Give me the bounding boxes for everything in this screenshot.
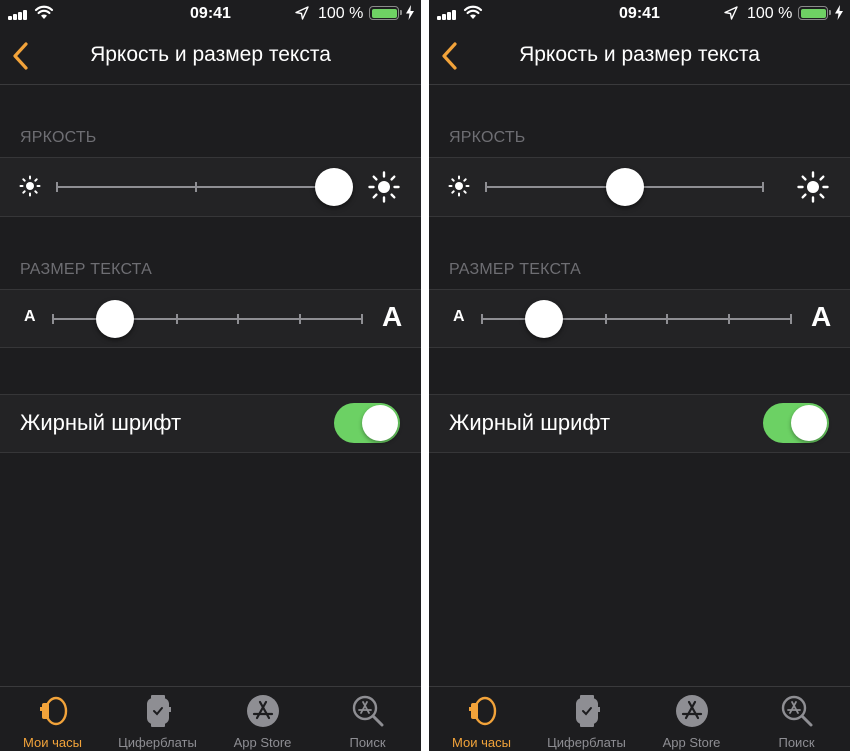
text-size-cell: A A <box>0 289 421 348</box>
slider-tick <box>481 314 483 324</box>
text-size-min-label: A <box>24 308 36 325</box>
brightness-slider[interactable] <box>56 168 353 206</box>
slider-tick <box>762 182 764 192</box>
status-bar: 09:41 100 % <box>429 0 850 28</box>
page-title: Яркость и размер текста <box>90 43 331 66</box>
tab-app-store[interactable]: App Store <box>639 687 744 751</box>
toggle-knob <box>791 405 827 441</box>
charging-bolt-icon <box>835 5 843 20</box>
battery-icon <box>798 6 828 20</box>
watch-icon <box>39 696 67 726</box>
tab-watch-faces[interactable]: Циферблаты <box>105 687 210 751</box>
bold-text-cell: Жирный шрифт <box>0 394 421 453</box>
slider-tick <box>52 314 54 324</box>
tab-watch-faces[interactable]: Циферблаты <box>534 687 639 751</box>
slider-tick <box>237 314 240 324</box>
watch-face-icon <box>146 695 171 727</box>
text-size-min-label: A <box>453 308 465 325</box>
tab-search[interactable]: Поиск <box>315 687 420 751</box>
sun-small-icon[interactable] <box>448 175 470 197</box>
search-icon <box>352 695 383 727</box>
navigation-bar: Яркость и размер текста <box>0 28 421 85</box>
toggle-knob <box>362 405 398 441</box>
slider-tick <box>361 314 363 324</box>
tab-label: App Store <box>662 735 721 750</box>
text-size-slider[interactable] <box>52 300 363 338</box>
text-size-slider-thumb[interactable] <box>95 300 134 338</box>
slider-tick <box>790 314 792 324</box>
brightness-cell <box>429 157 850 217</box>
battery-cap <box>400 10 402 15</box>
location-arrow-icon <box>295 6 309 20</box>
search-icon <box>781 695 812 727</box>
tab-label: Поиск <box>349 735 386 750</box>
brightness-section-header: ЯРКОСТЬ <box>20 129 97 146</box>
slider-tick <box>728 314 731 324</box>
slider-tick <box>56 182 58 192</box>
brightness-slider-thumb[interactable] <box>315 168 353 206</box>
bold-text-label: Жирный шрифт <box>20 410 182 435</box>
tab-label: Циферблаты <box>547 735 626 750</box>
sun-small-icon[interactable] <box>19 175 41 197</box>
bold-text-toggle[interactable] <box>763 403 829 443</box>
app-store-icon <box>246 695 279 727</box>
brightness-slider-thumb[interactable] <box>605 168 644 206</box>
text-size-slider-thumb[interactable] <box>524 300 563 338</box>
battery-cap <box>829 10 831 15</box>
sun-large-icon[interactable] <box>368 171 400 203</box>
app-store-icon <box>675 695 708 727</box>
location-arrow-icon <box>724 6 738 20</box>
tab-bar: Мои часы Циферблаты App Store Поиск <box>0 686 421 751</box>
tab-label: Мои часы <box>452 735 511 750</box>
text-size-max-label: A <box>811 301 832 332</box>
page-title: Яркость и размер текста <box>519 43 760 66</box>
battery-icon <box>369 6 399 20</box>
watch-icon <box>468 696 496 726</box>
slider-tick <box>666 314 669 324</box>
bold-text-cell: Жирный шрифт <box>429 394 850 453</box>
slider-tick <box>485 182 487 192</box>
brightness-cell <box>0 157 421 217</box>
navigation-bar: Яркость и размер текста <box>429 28 850 85</box>
bold-text-toggle[interactable] <box>334 403 400 443</box>
slider-tick <box>604 314 607 324</box>
watch-face-icon <box>575 695 600 727</box>
tab-my-watch[interactable]: Мои часы <box>429 687 534 751</box>
tab-bar: Мои часы Циферблаты App Store Поиск <box>429 686 850 751</box>
battery-percentage: 100 % <box>318 5 364 22</box>
phone-screen-right: 09:41 100 % Яркость и размер текста ЯРКО… <box>429 0 850 751</box>
bold-text-label: Жирный шрифт <box>449 410 611 435</box>
status-bar: 09:41 100 % <box>0 0 421 28</box>
brightness-section-header: ЯРКОСТЬ <box>449 129 526 146</box>
text-size-cell: A A <box>429 289 850 348</box>
tab-label: Мои часы <box>23 735 82 750</box>
phone-screen-left: 09:41 100 % Яркость и размер текста ЯРКО… <box>0 0 421 751</box>
tab-search[interactable]: Поиск <box>744 687 849 751</box>
slider-tick <box>194 182 197 192</box>
battery-percentage: 100 % <box>747 5 793 22</box>
brightness-slider[interactable] <box>485 168 764 206</box>
text-size-max-label: A <box>382 301 403 332</box>
sun-large-icon[interactable] <box>797 171 829 203</box>
tab-my-watch[interactable]: Мои часы <box>0 687 105 751</box>
tab-label: Циферблаты <box>118 735 197 750</box>
text-size-section-header: РАЗМЕР ТЕКСТА <box>20 261 152 278</box>
tab-app-store[interactable]: App Store <box>210 687 315 751</box>
slider-tick <box>299 314 302 324</box>
tab-label: App Store <box>233 735 292 750</box>
text-size-section-header: РАЗМЕР ТЕКСТА <box>449 261 581 278</box>
charging-bolt-icon <box>406 5 414 20</box>
text-size-slider[interactable] <box>481 300 792 338</box>
tab-label: Поиск <box>778 735 815 750</box>
slider-tick <box>175 314 178 324</box>
